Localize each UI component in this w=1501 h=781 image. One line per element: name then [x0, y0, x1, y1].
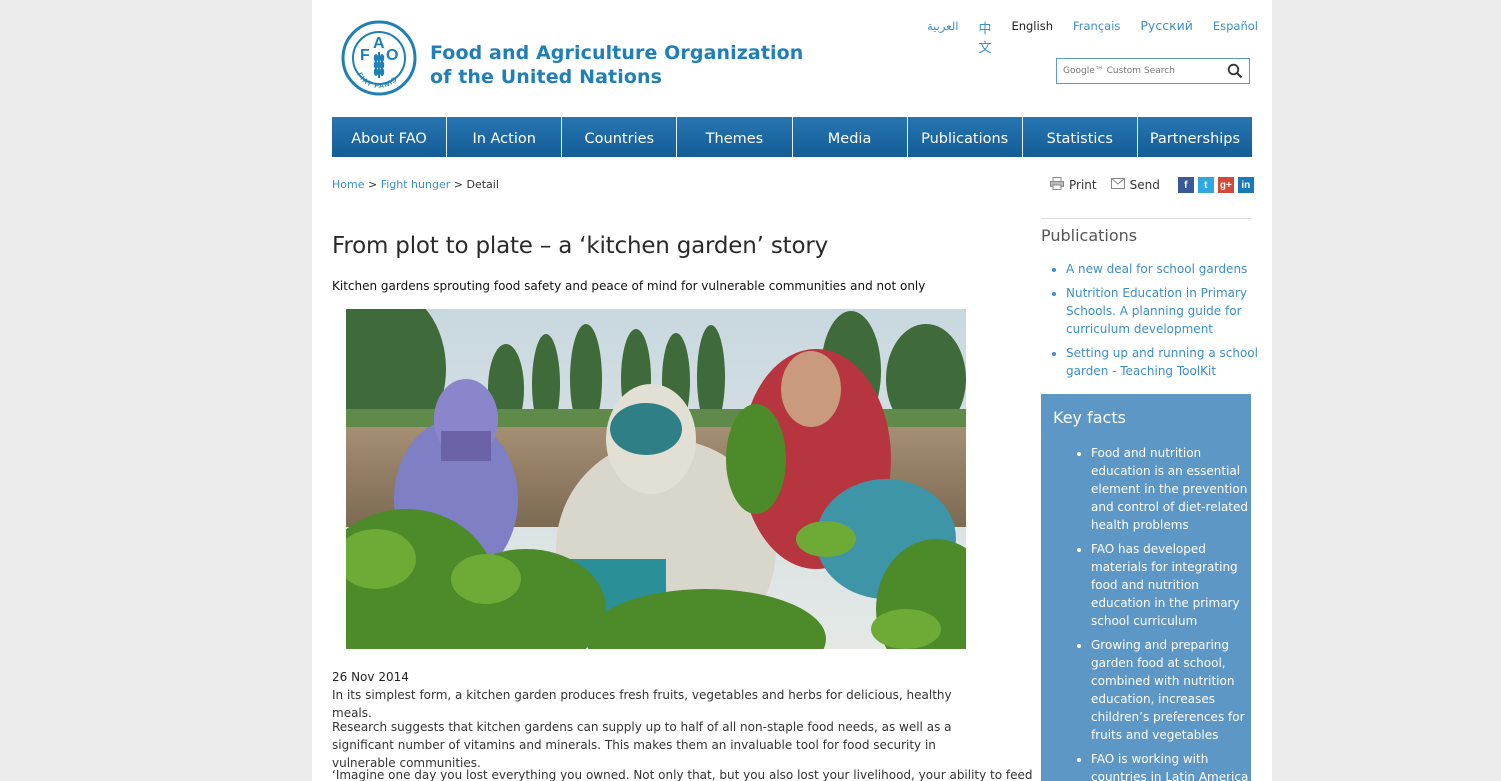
breadcrumb-separator: >: [367, 178, 378, 191]
article-subtitle: Kitchen gardens sprouting food safety an…: [332, 279, 926, 293]
publication-link[interactable]: Nutrition Education in Primary Schools. …: [1066, 286, 1247, 336]
page-tools: Print Send f t g+ in: [1050, 177, 1254, 193]
article-paragraph: Research suggests that kitchen gardens c…: [332, 720, 952, 770]
nav-about-fao[interactable]: About FAO: [332, 117, 448, 157]
svg-text:A: A: [373, 35, 385, 52]
svg-text:O: O: [386, 47, 398, 64]
facebook-icon[interactable]: f: [1177, 177, 1194, 193]
language-switcher: العربية 中文 English Français Русский Espa…: [927, 18, 1272, 56]
list-item: Food and nutrition education is an essen…: [1091, 444, 1261, 534]
lang-english[interactable]: English: [1011, 19, 1053, 56]
lang-arabic[interactable]: العربية: [927, 19, 958, 56]
linkedin-icon[interactable]: in: [1237, 177, 1254, 193]
list-item: Nutrition Education in Primary Schools. …: [1066, 284, 1266, 338]
article-photo: [316, 289, 996, 689]
print-button[interactable]: Print: [1050, 177, 1097, 193]
publications-list: A new deal for school gardens Nutrition …: [1048, 260, 1266, 386]
sidebar-divider: [1041, 218, 1251, 219]
list-item: Setting up and running a school garden -…: [1066, 344, 1266, 380]
fao-logo-icon[interactable]: F A O FIAT PANIS: [341, 20, 417, 96]
nav-themes[interactable]: Themes: [677, 117, 793, 157]
search-input[interactable]: [1061, 62, 1223, 80]
breadcrumb: Home > Fight hunger > Detail: [332, 178, 499, 191]
nav-countries[interactable]: Countries: [562, 117, 678, 157]
publications-heading: Publications: [1041, 226, 1138, 245]
nav-media[interactable]: Media: [792, 117, 908, 157]
key-facts-box: Key facts Food and nutrition education i…: [1041, 394, 1251, 781]
search-box: [1056, 58, 1250, 84]
breadcrumb-home[interactable]: Home: [332, 178, 364, 191]
envelope-icon: [1110, 178, 1130, 192]
list-item: A new deal for school gardens: [1066, 260, 1266, 278]
publication-link[interactable]: A new deal for school gardens: [1066, 262, 1247, 276]
article-date: 26 Nov 2014: [332, 670, 409, 684]
nav-publications[interactable]: Publications: [907, 117, 1023, 157]
article-paragraph: In its simplest form, a kitchen garden p…: [332, 688, 952, 720]
page: F A O FIAT PANIS Food and Agriculture Or…: [312, 0, 1272, 781]
lang-chinese[interactable]: 中文: [978, 18, 991, 56]
lang-french[interactable]: Français: [1073, 19, 1120, 56]
list-item: FAO has developed materials for integrat…: [1091, 540, 1261, 630]
breadcrumb-fight-hunger[interactable]: Fight hunger: [381, 178, 451, 191]
article-paragraph: ‘Imagine one day you lost everything you…: [332, 768, 1033, 781]
lang-russian[interactable]: Русский: [1140, 18, 1192, 56]
org-name-line1: Food and Agriculture Organization: [430, 42, 804, 64]
nav-in-action[interactable]: In Action: [447, 117, 563, 157]
list-item: FAO is working with countries in Latin A…: [1091, 750, 1261, 781]
list-item: Growing and preparing garden food at sch…: [1091, 636, 1261, 744]
org-name[interactable]: Food and Agriculture Organization of the…: [430, 41, 803, 89]
send-button[interactable]: Send: [1110, 178, 1160, 192]
print-label: Print: [1069, 178, 1097, 192]
breadcrumb-current: Detail: [466, 178, 499, 191]
lang-spanish[interactable]: Español: [1213, 19, 1258, 56]
print-icon: [1050, 177, 1069, 193]
twitter-icon[interactable]: t: [1197, 177, 1214, 193]
key-facts-heading: Key facts: [1053, 408, 1126, 427]
svg-text:F: F: [360, 47, 370, 64]
article-title: From plot to plate – a ‘kitchen garden’ …: [332, 233, 829, 259]
breadcrumb-separator: >: [453, 178, 463, 191]
search-icon[interactable]: [1227, 63, 1243, 79]
key-facts-list: Food and nutrition education is an essen…: [1073, 444, 1261, 781]
org-name-line2: of the United Nations: [430, 66, 663, 88]
main-nav: About FAO In Action Countries Themes Med…: [332, 117, 1252, 157]
nav-partnerships[interactable]: Partnerships: [1137, 117, 1252, 157]
publication-link[interactable]: Setting up and running a school garden -…: [1066, 346, 1258, 378]
send-label: Send: [1129, 178, 1160, 192]
nav-statistics[interactable]: Statistics: [1022, 117, 1138, 157]
google-plus-icon[interactable]: g+: [1217, 177, 1234, 193]
